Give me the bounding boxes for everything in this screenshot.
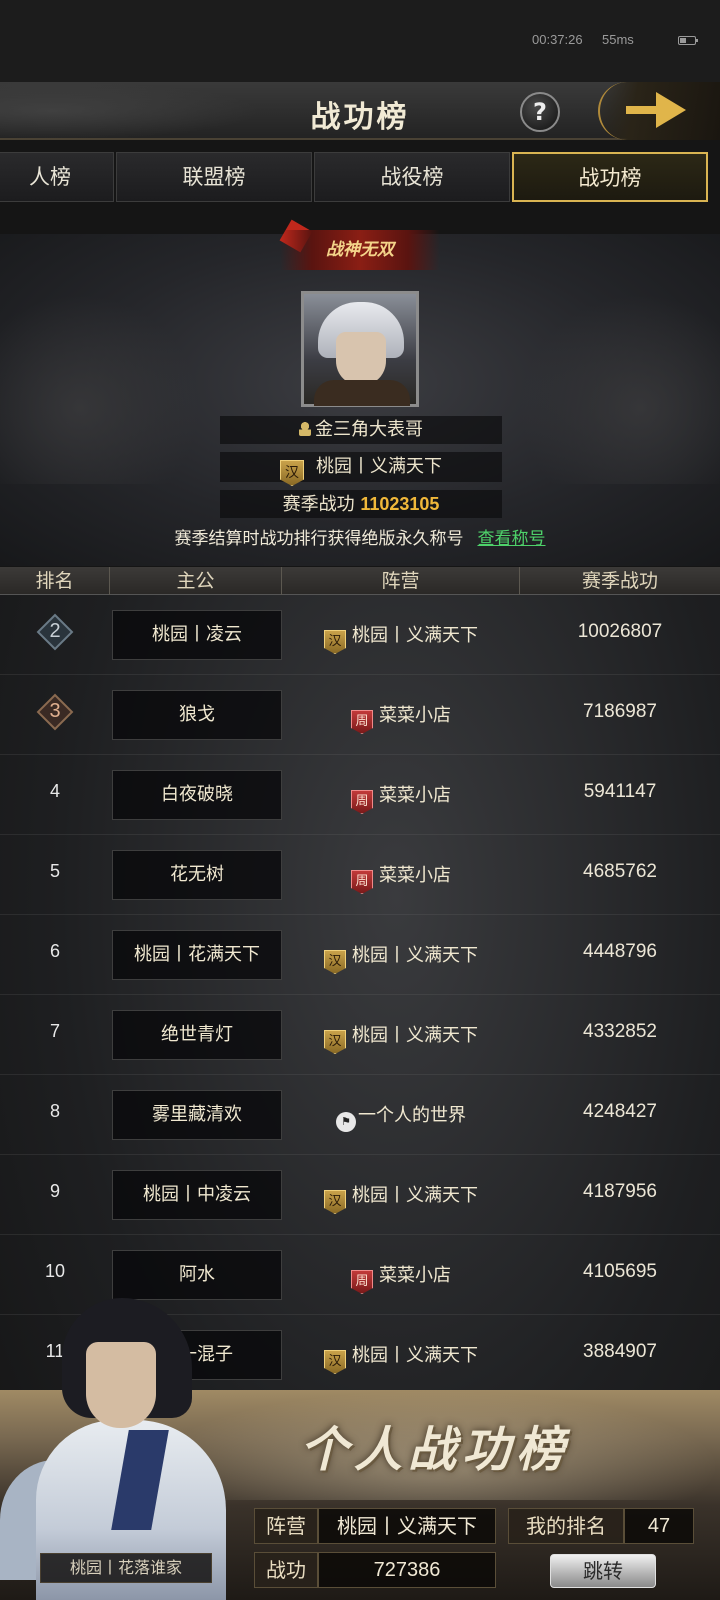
- han-camp-badge-icon: 汉: [324, 950, 346, 974]
- my-rank-label: 我的排名: [508, 1508, 624, 1544]
- season-merit: 4248427: [583, 1101, 657, 1122]
- tab-bar: 人榜 联盟榜 战役榜 战功榜: [0, 152, 720, 202]
- season-merit: 5941147: [583, 781, 657, 802]
- player-icon: [299, 422, 311, 436]
- han-camp-badge-icon: 汉: [324, 1190, 346, 1214]
- zhou-camp-badge-icon: 周: [351, 710, 373, 734]
- camp-cell: 周菜菜小店: [282, 1261, 520, 1294]
- status-bar: 00:37:26 55ms: [0, 0, 720, 82]
- camp-cell: 周菜菜小店: [282, 701, 520, 734]
- header-lord: 主公: [110, 567, 282, 595]
- tab-person-rank[interactable]: 人榜: [0, 152, 114, 202]
- lord-name[interactable]: 绝世青灯: [112, 1010, 282, 1060]
- table-row[interactable]: 9 桃园丨中凌云 汉桃园丨义满天下 4187956: [0, 1155, 720, 1235]
- rank-number: 7: [49, 1021, 60, 1041]
- header-season-merit: 赛季战功: [581, 570, 658, 592]
- season-merit: 4448796: [583, 941, 657, 962]
- status-time: 00:37:26: [532, 32, 583, 47]
- arrow-head-icon: [656, 92, 686, 128]
- champion-avatar[interactable]: [301, 291, 419, 407]
- season-merit: 4332852: [583, 1021, 657, 1042]
- tab-merit-rank[interactable]: 战功榜: [512, 152, 708, 202]
- my-merit-value: 727386: [318, 1552, 496, 1588]
- champion-title-badge: 战神无双: [280, 230, 440, 270]
- my-rank-value: 47: [624, 1508, 694, 1544]
- flag-camp-badge-icon: ⚑: [336, 1112, 356, 1132]
- zhou-camp-badge-icon: 周: [351, 1270, 373, 1294]
- back-button[interactable]: [598, 82, 720, 140]
- help-button[interactable]: ?: [520, 92, 560, 132]
- zhou-camp-badge-icon: 周: [351, 870, 373, 894]
- camp-cell: 周菜菜小店: [282, 781, 520, 814]
- rank-number: 3: [49, 700, 61, 722]
- arrow-right-icon: [626, 106, 658, 114]
- lord-name[interactable]: 桃园丨凌云: [112, 610, 282, 660]
- champion-season-row: 赛季战功 11023105: [220, 490, 502, 518]
- champion-camp-row: 汉桃园丨义满天下: [220, 452, 502, 486]
- my-camp-value: 桃园丨义满天下: [318, 1508, 496, 1544]
- lord-name[interactable]: 桃园丨花满天下: [112, 930, 282, 980]
- rank-number: 6: [49, 941, 60, 961]
- rank-number: 2: [49, 620, 61, 642]
- header-rank: 排名: [0, 567, 110, 595]
- camp-cell: 汉桃园丨义满天下: [282, 621, 520, 654]
- network-latency: 55ms: [602, 32, 634, 47]
- season-merit: 3884907: [583, 1341, 657, 1362]
- champion-camp: 桃园丨义满天下: [316, 456, 442, 477]
- table-row[interactable]: 4 白夜破晓 周菜菜小店 5941147: [0, 755, 720, 835]
- lord-name[interactable]: 花无树: [112, 850, 282, 900]
- season-merit-value: 11023105: [360, 494, 440, 514]
- battery-icon: [678, 36, 698, 45]
- rank-number: 9: [49, 1181, 60, 1201]
- tab-alliance-rank[interactable]: 联盟榜: [116, 152, 312, 202]
- camp-cell: 汉桃园丨义满天下: [282, 1021, 520, 1054]
- table-row[interactable]: 3 狼戈 周菜菜小店 7186987: [0, 675, 720, 755]
- season-merit: 10026807: [577, 621, 663, 642]
- camp-cell: 周菜菜小店: [282, 861, 520, 894]
- camp-cell: ⚑ 一个人的世界: [282, 1101, 520, 1132]
- camp-cell: 汉桃园丨义满天下: [282, 1181, 520, 1214]
- camp-label: 阵营: [254, 1508, 318, 1544]
- personal-merit-title: 个人战功榜: [300, 1422, 571, 1478]
- jump-button[interactable]: 跳转: [550, 1554, 656, 1588]
- season-merit-label: 赛季战功: [282, 494, 355, 515]
- lord-name[interactable]: 狼戈: [112, 690, 282, 740]
- table-row[interactable]: 5 花无树 周菜菜小店 4685762: [0, 835, 720, 915]
- season-merit: 7186987: [583, 701, 657, 722]
- table-header: 排名 主公 阵营 赛季战功: [0, 567, 720, 595]
- season-merit: 4685762: [583, 861, 657, 882]
- hero-camp-tag: 桃园丨花落谁家: [40, 1553, 212, 1583]
- season-note: 赛季结算时战功排行获得绝版永久称号 查看称号: [174, 529, 546, 549]
- lord-name[interactable]: 桃园丨中凌云: [112, 1170, 282, 1220]
- lord-name[interactable]: 雾里藏清欢: [112, 1090, 282, 1140]
- rank-number: 5: [49, 861, 60, 881]
- season-merit: 4187956: [583, 1181, 657, 1202]
- champion-name-row: 金三角大表哥: [220, 416, 502, 444]
- rank-number: 4: [49, 781, 60, 801]
- han-camp-badge-icon: 汉: [324, 630, 346, 654]
- champion-name: 金三角大表哥: [315, 419, 423, 440]
- table-row[interactable]: 8 雾里藏清欢 ⚑ 一个人的世界 4248427: [0, 1075, 720, 1155]
- table-row[interactable]: 6 桃园丨花满天下 汉桃园丨义满天下 4448796: [0, 915, 720, 995]
- view-title-link[interactable]: 查看称号: [478, 529, 546, 549]
- season-merit: 4105695: [583, 1261, 657, 1282]
- camp-cell: 汉桃园丨义满天下: [282, 941, 520, 974]
- merit-label: 战功: [254, 1552, 318, 1588]
- tab-campaign-rank[interactable]: 战役榜: [314, 152, 510, 202]
- han-camp-badge-icon: 汉: [324, 1350, 346, 1374]
- rank-number: 10: [44, 1261, 66, 1281]
- camp-cell: 汉桃园丨义满天下: [282, 1341, 520, 1374]
- header-camp: 阵营: [282, 567, 520, 595]
- lord-name[interactable]: 白夜破晓: [112, 770, 282, 820]
- table-row[interactable]: 7 绝世青灯 汉桃园丨义满天下 4332852: [0, 995, 720, 1075]
- han-camp-badge-icon: 汉: [324, 1030, 346, 1054]
- rank-number: 8: [49, 1101, 60, 1121]
- zhou-camp-badge-icon: 周: [351, 790, 373, 814]
- table-row[interactable]: 2 桃园丨凌云 汉桃园丨义满天下 10026807: [0, 595, 720, 675]
